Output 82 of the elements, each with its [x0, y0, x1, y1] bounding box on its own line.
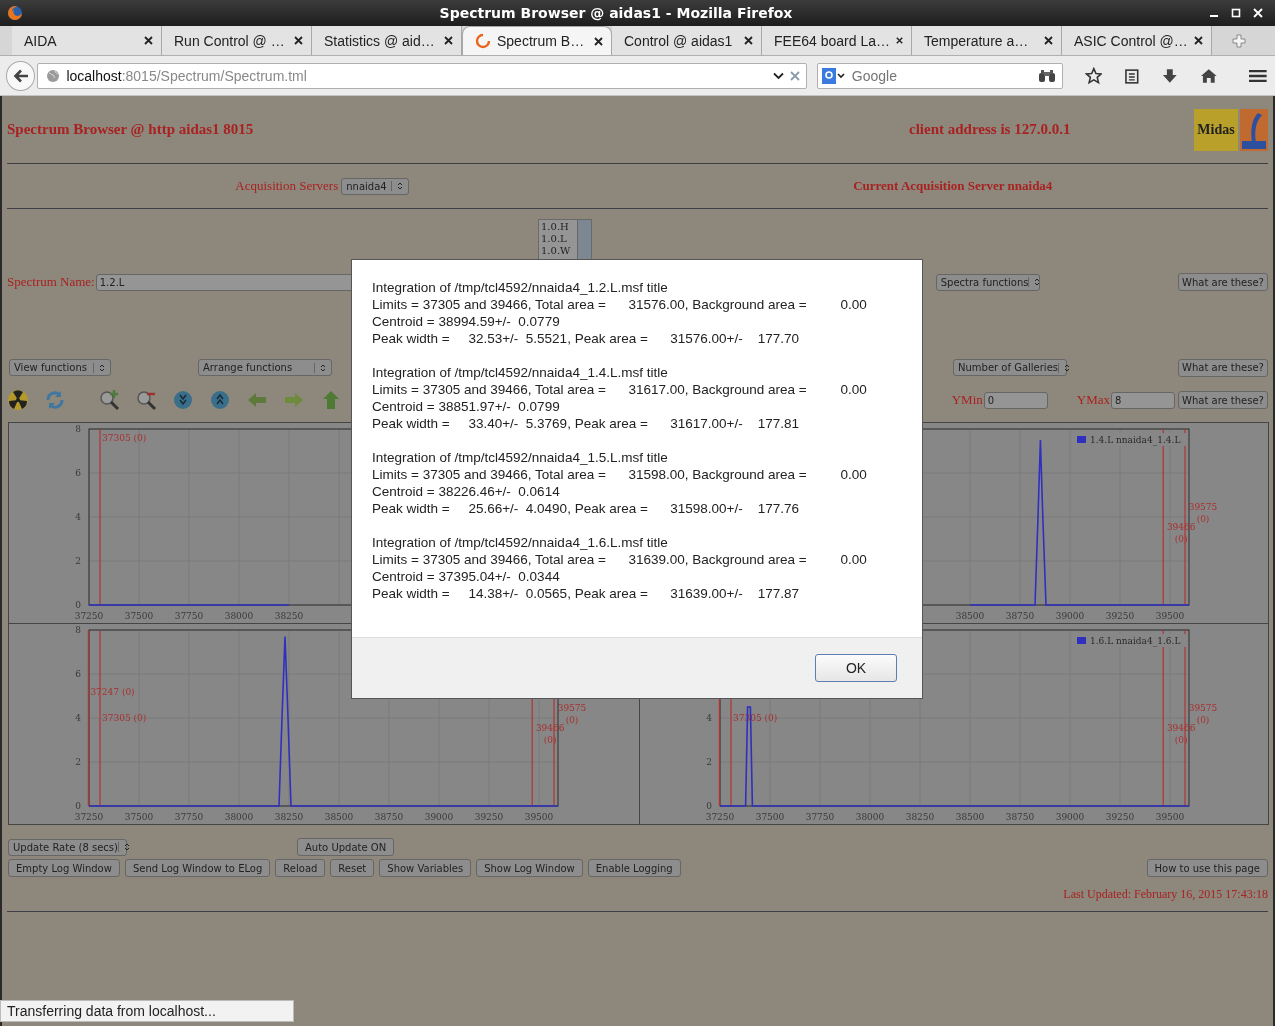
x-tick-label: 39250 — [1105, 611, 1135, 621]
y-tick-label: 8 — [75, 424, 81, 434]
marker-label: 39466 (0) — [1166, 723, 1196, 746]
result-line: Integration of /tmp/tcl4592/nnaida4_1.5.L.msf title — [372, 449, 669, 466]
current-server-text: Current Acquisition Server nnaida4 — [853, 178, 1053, 194]
x-tick-label: 37500 — [755, 812, 785, 822]
result-line: Peak width = 33.40+/- 5.3769, Peak area = 31617.00+/- 177.81 — [372, 415, 801, 432]
marker-label: 37305 (0) — [102, 432, 147, 443]
marker-label: 39575 (0) — [557, 703, 587, 726]
result-line: Limits = 37305 and 39466, Total area = 31576.00, Background area = 0.00 — [372, 296, 868, 313]
ymax-label: YMax — [1076, 392, 1110, 408]
result-line: Peak width = 25.66+/- 4.0490, Peak area = 31598.00+/- 177.76 — [372, 500, 801, 517]
result-line: Integration of /tmp/tcl4592/nnaida4_1.6.L.msf title — [372, 534, 669, 551]
marker-label: 39575 (0) — [1188, 703, 1218, 726]
y-tick-label: 4 — [706, 713, 712, 723]
result-line: Limits = 37305 and 39466, Total area = 31639.00, Background area = 0.00 — [372, 551, 868, 568]
x-tick-label: 37750 — [805, 812, 835, 822]
marker-label: 39466 (0) — [1166, 522, 1196, 545]
x-tick-label: 39500 — [1155, 812, 1185, 822]
y-tick-label: 6 — [75, 468, 81, 478]
marker-label: 37305 (0) — [102, 713, 147, 723]
result-line: Centroid = 38226.46+/- 0.0614 — [372, 483, 561, 500]
marker-label: 37247 (0) — [90, 686, 135, 697]
x-tick-label: 39250 — [1105, 812, 1135, 822]
result-line: Centroid = 38994.59+/- 0.0779 — [372, 313, 561, 330]
url-text: localhost:8015/Spectrum/Spectrum.tml — [66, 67, 308, 84]
legend-label: 1.6.L nnaida4_1.6.L — [1090, 636, 1181, 646]
x-tick-label: 39000 — [1055, 812, 1085, 822]
x-tick-label: 38000 — [855, 812, 885, 822]
marker-label: 39575 (0) — [1188, 502, 1218, 525]
x-tick-label: 37250 — [705, 812, 735, 822]
x-tick-label: 37500 — [124, 611, 154, 621]
y-tick-label: 0 — [75, 801, 81, 811]
x-tick-label: 38000 — [224, 812, 254, 822]
result-line: Limits = 37305 and 39466, Total area = 31617.00, Background area = 0.00 — [372, 381, 868, 398]
status-text: Transferring data from localhost... — [0, 1000, 294, 1022]
x-tick-label: 39000 — [424, 812, 454, 822]
y-tick-label: 2 — [75, 556, 81, 566]
last-updated-text: Last Updated: February 16, 2015 17:43:18 — [1063, 886, 1268, 902]
y-tick-label: 2 — [75, 757, 81, 767]
x-tick-label: 39500 — [524, 812, 554, 822]
result-line: Peak width = 32.53+/- 5.5521, Peak area = 31576.00+/- 177.70 — [372, 330, 801, 347]
x-tick-label: 37500 — [124, 812, 154, 822]
ymin-label: YMin — [951, 392, 983, 408]
spectrum-name-label: Spectrum Name: — [7, 274, 95, 290]
y-tick-label: 0 — [706, 801, 712, 811]
x-tick-label: 38750 — [1005, 611, 1035, 621]
y-tick-label: 4 — [75, 713, 81, 723]
marker-label: 39466 (0) — [535, 723, 565, 746]
x-tick-label: 39250 — [474, 812, 504, 822]
result-line: Integration of /tmp/tcl4592/nnaida4_1.2.L.msf title — [372, 279, 669, 296]
result-line: Centroid = 38851.97+/- 0.0799 — [372, 398, 561, 415]
y-tick-label: 8 — [75, 625, 81, 635]
x-tick-label: 39000 — [1055, 611, 1085, 621]
x-tick-label: 37750 — [174, 611, 204, 621]
x-tick-label: 37250 — [74, 611, 104, 621]
legend-label: 1.4.L nnaida4_1.4.L — [1090, 435, 1181, 445]
y-tick-label: 4 — [75, 512, 81, 522]
x-tick-label: 38250 — [905, 812, 935, 822]
x-tick-label: 38750 — [374, 812, 404, 822]
result-line: Peak width = 14.38+/- 0.0565, Peak area = 31639.00+/- 177.87 — [372, 585, 801, 602]
result-line: Centroid = 37395.04+/- 0.0344 — [372, 568, 561, 585]
result-line: Integration of /tmp/tcl4592/nnaida4_1.4.L.msf title — [372, 364, 669, 381]
x-tick-label: 38250 — [274, 812, 304, 822]
y-tick-label: 2 — [706, 757, 712, 767]
window-title: Spectrum Browser @ aidas1 - Mozilla Firefox — [438, 5, 794, 21]
x-tick-label: 38500 — [955, 812, 985, 822]
x-tick-label: 38250 — [274, 611, 304, 621]
x-tick-label: 38500 — [955, 611, 985, 621]
client-address: client address is 127.0.0.1 — [909, 121, 1071, 138]
x-tick-label: 37750 — [174, 812, 204, 822]
page-title: Spectrum Browser @ http aidas1 8015 — [7, 121, 255, 138]
x-tick-label: 38000 — [224, 611, 254, 621]
result-line: Limits = 37305 and 39466, Total area = 31598.00, Background area = 0.00 — [372, 466, 868, 483]
x-tick-label: 38750 — [1005, 812, 1035, 822]
midas-logo: Midas — [1194, 108, 1238, 151]
x-tick-label: 38500 — [324, 812, 354, 822]
y-tick-label: 0 — [75, 600, 81, 610]
acquisition-servers-label: Acquisition Servers — [235, 178, 339, 194]
x-tick-label: 39500 — [1155, 611, 1185, 621]
x-tick-label: 37250 — [74, 812, 104, 822]
y-tick-label: 6 — [75, 669, 81, 679]
